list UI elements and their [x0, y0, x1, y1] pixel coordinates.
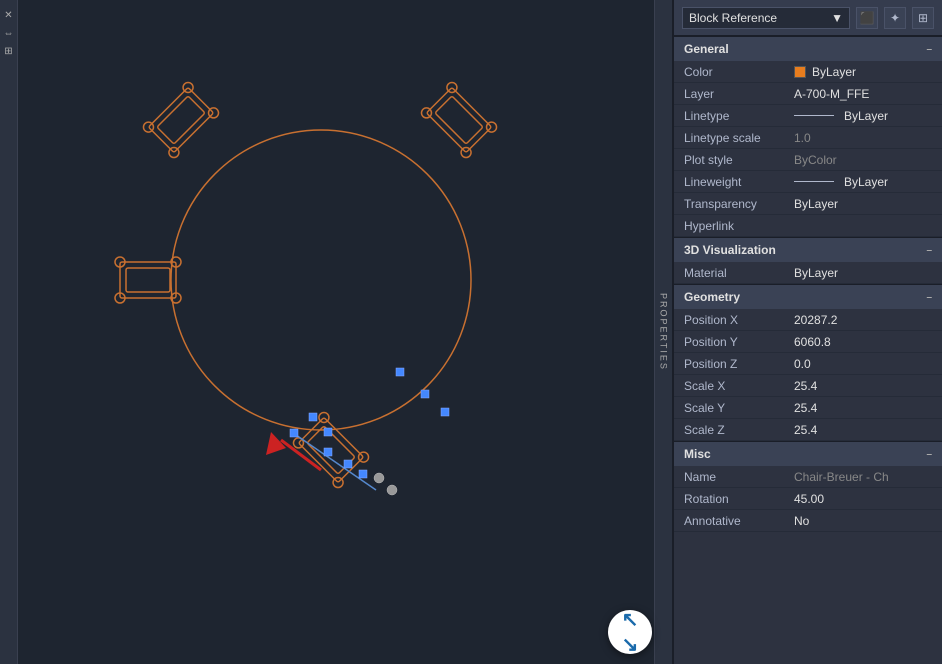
section-misc-collapse[interactable]: –	[926, 449, 932, 460]
section-geometry[interactable]: Geometry –	[674, 284, 942, 309]
panel-header: Block Reference ▼ ⬛ ✦ ⊞	[674, 0, 942, 36]
properties-panel: Block Reference ▼ ⬛ ✦ ⊞ General – Color …	[672, 0, 942, 664]
prop-position-x-value: 20287.2	[794, 313, 932, 327]
cad-drawing	[0, 0, 672, 664]
prop-transparency-value: ByLayer	[794, 197, 932, 211]
prop-material-value: ByLayer	[794, 266, 932, 280]
properties-icon-btn[interactable]: ⬛	[856, 7, 878, 29]
prop-position-y[interactable]: Position Y 6060.8	[674, 331, 942, 353]
prop-scale-x[interactable]: Scale X 25.4	[674, 375, 942, 397]
properties-label: PROPERTIES	[654, 0, 672, 664]
section-general[interactable]: General –	[674, 36, 942, 61]
prop-linetype-scale-value: 1.0	[794, 131, 932, 145]
prop-scale-x-value: 25.4	[794, 379, 932, 393]
section-general-collapse[interactable]: –	[926, 44, 932, 55]
cad-canvas[interactable]: ✕ ⇔ ⊞	[0, 0, 672, 664]
prop-annotative[interactable]: Annotative No	[674, 510, 942, 532]
quick-select-btn[interactable]: ✦	[884, 7, 906, 29]
prop-layer-label: Layer	[684, 87, 794, 101]
prop-linetype-scale[interactable]: Linetype scale 1.0	[674, 127, 942, 149]
prop-position-x-label: Position X	[684, 313, 794, 327]
add-btn[interactable]: ⊞	[912, 7, 934, 29]
prop-color[interactable]: Color ByLayer	[674, 61, 942, 83]
prop-plot-style[interactable]: Plot style ByColor	[674, 149, 942, 171]
prop-hyperlink-label: Hyperlink	[684, 219, 794, 233]
prop-lineweight-value: ByLayer	[794, 175, 932, 189]
section-geometry-collapse[interactable]: –	[926, 292, 932, 303]
section-geometry-label: Geometry	[684, 290, 740, 304]
section-general-label: General	[684, 42, 729, 56]
line-sample-icon	[794, 115, 834, 116]
lineweight-sample-icon	[794, 181, 834, 182]
section-3d-viz-collapse[interactable]: –	[926, 245, 932, 256]
prop-lineweight-label: Lineweight	[684, 175, 794, 189]
prop-name[interactable]: Name Chair-Breuer - Ch	[674, 466, 942, 488]
prop-linetype-label: Linetype	[684, 109, 794, 123]
panel-content[interactable]: General – Color ByLayer Layer A-700-M_FF…	[674, 36, 942, 664]
resize-handle[interactable]: ↖↘	[608, 610, 652, 654]
section-misc-label: Misc	[684, 447, 711, 461]
dropdown-label: Block Reference	[689, 11, 777, 25]
prop-transparency[interactable]: Transparency ByLayer	[674, 193, 942, 215]
prop-name-value: Chair-Breuer - Ch	[794, 470, 932, 484]
prop-linetype[interactable]: Linetype ByLayer	[674, 105, 942, 127]
prop-position-y-label: Position Y	[684, 335, 794, 349]
section-misc[interactable]: Misc –	[674, 441, 942, 466]
prop-rotation[interactable]: Rotation 45.00	[674, 488, 942, 510]
prop-linetype-scale-label: Linetype scale	[684, 131, 794, 145]
prop-scale-y-value: 25.4	[794, 401, 932, 415]
prop-scale-z[interactable]: Scale Z 25.4	[674, 419, 942, 441]
color-swatch	[794, 66, 806, 78]
prop-rotation-label: Rotation	[684, 492, 794, 506]
prop-transparency-label: Transparency	[684, 197, 794, 211]
prop-position-z[interactable]: Position Z 0.0	[674, 353, 942, 375]
prop-position-z-label: Position Z	[684, 357, 794, 371]
prop-linetype-value: ByLayer	[794, 109, 932, 123]
prop-position-y-value: 6060.8	[794, 335, 932, 349]
prop-plot-style-value: ByColor	[794, 153, 932, 167]
prop-scale-x-label: Scale X	[684, 379, 794, 393]
prop-material[interactable]: Material ByLayer	[674, 262, 942, 284]
prop-scale-z-value: 25.4	[794, 423, 932, 437]
prop-hyperlink[interactable]: Hyperlink	[674, 215, 942, 237]
section-3d-viz-label: 3D Visualization	[684, 243, 776, 257]
prop-position-x[interactable]: Position X 20287.2	[674, 309, 942, 331]
prop-plot-style-label: Plot style	[684, 153, 794, 167]
prop-lineweight[interactable]: Lineweight ByLayer	[674, 171, 942, 193]
prop-name-label: Name	[684, 470, 794, 484]
prop-position-z-value: 0.0	[794, 357, 932, 371]
prop-material-label: Material	[684, 266, 794, 280]
resize-arrow-icon: ↖↘	[622, 607, 639, 657]
prop-color-value: ByLayer	[794, 65, 932, 79]
prop-layer[interactable]: Layer A-700-M_FFE	[674, 83, 942, 105]
dropdown-arrow-icon: ▼	[831, 11, 843, 25]
block-reference-dropdown[interactable]: Block Reference ▼	[682, 7, 850, 29]
prop-layer-value: A-700-M_FFE	[794, 87, 932, 101]
prop-scale-z-label: Scale Z	[684, 423, 794, 437]
prop-rotation-value: 45.00	[794, 492, 932, 506]
prop-scale-y-label: Scale Y	[684, 401, 794, 415]
prop-scale-y[interactable]: Scale Y 25.4	[674, 397, 942, 419]
prop-color-label: Color	[684, 65, 794, 79]
prop-annotative-label: Annotative	[684, 514, 794, 528]
prop-annotative-value: No	[794, 514, 932, 528]
section-3d-viz[interactable]: 3D Visualization –	[674, 237, 942, 262]
